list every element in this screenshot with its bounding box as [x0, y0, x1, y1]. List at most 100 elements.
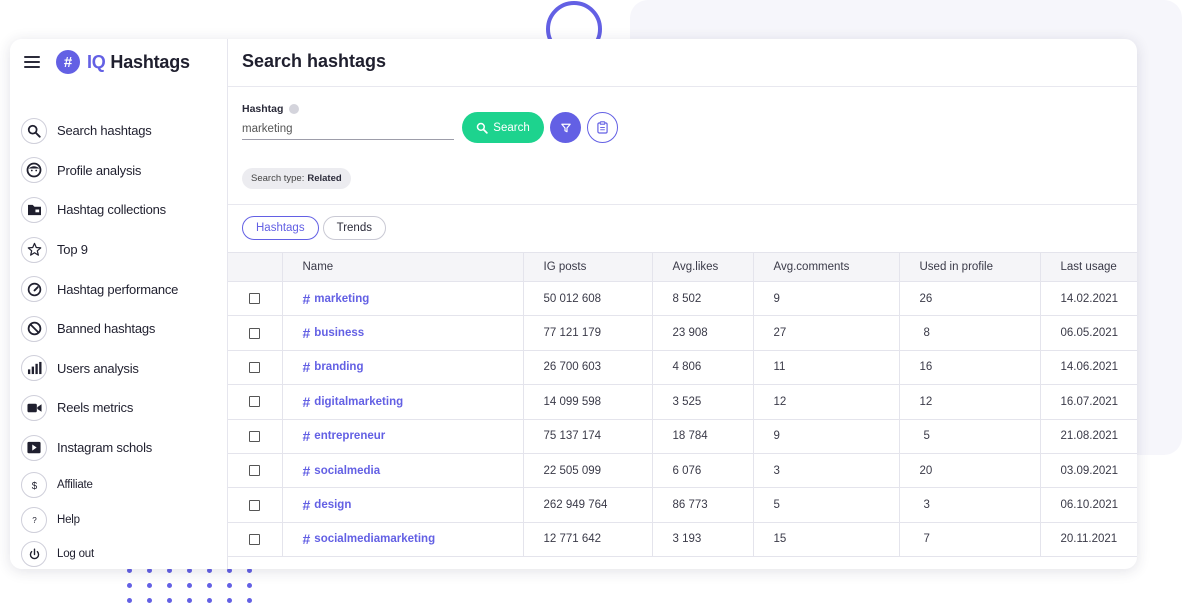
sidebar-item-label: Instagram schols — [57, 440, 153, 456]
avg-likes-cell: 6 076 — [652, 453, 754, 489]
column-header-avg-likes[interactable]: Avg.likes — [652, 252, 754, 282]
ig-posts-cell: 262 949 764 — [523, 487, 653, 523]
column-header-ig-posts[interactable]: IG posts — [523, 252, 653, 282]
hashtag-link[interactable]: # design — [303, 497, 523, 513]
avg-comments-cell: 3 — [753, 453, 900, 489]
last-usage-cell: 06.05.2021 — [1040, 315, 1137, 351]
tab-trends[interactable]: Trends — [322, 216, 386, 240]
ig-posts-cell: 26 700 603 — [523, 350, 653, 386]
hamburger-menu-icon[interactable] — [24, 56, 40, 68]
row-checkbox[interactable] — [249, 499, 260, 511]
sidebar-item-label: Affiliate — [57, 479, 93, 492]
sidebar-item-search-hashtags[interactable]: Search hashtags — [21, 111, 221, 151]
svg-text:$: $ — [31, 481, 37, 492]
avg-comments-cell: 5 — [753, 487, 900, 523]
used-in-profile-cell: 12 — [899, 384, 1041, 420]
hashtag-link[interactable]: # business — [303, 325, 523, 341]
table-row: # branding 26 700 603 4 806 11 16 14.06.2… — [228, 350, 1137, 386]
column-header-avg-comments[interactable]: Avg.comments — [753, 252, 900, 282]
last-usage-cell: 16.07.2021 — [1040, 384, 1137, 420]
search-button[interactable]: Search — [462, 112, 544, 143]
search-icon — [21, 117, 47, 144]
dollar-icon: $ — [21, 472, 47, 499]
sidebar: # IQ Hashtags Search hashtags Profile an… — [10, 39, 228, 569]
tab-hashtags[interactable]: Hashtags — [242, 216, 319, 240]
avg-likes-cell: 23 908 — [652, 315, 754, 351]
ig-posts-cell: 77 121 179 — [523, 315, 653, 351]
decorative-dot-grid — [127, 568, 255, 603]
column-header-name[interactable]: Name — [282, 252, 524, 282]
sidebar-item-hashtag-collections[interactable]: Hashtag collections — [21, 190, 221, 230]
brand: # IQ Hashtags — [24, 49, 190, 75]
search-icon — [477, 122, 488, 134]
clipboard-icon — [597, 121, 608, 134]
table-row: # business 77 121 179 23 908 27 8 06.05.2… — [228, 315, 1137, 351]
sidebar-item-log-out[interactable]: Log out — [21, 537, 221, 569]
hashtag-search-input[interactable] — [242, 118, 454, 140]
avg-comments-cell: 9 — [753, 419, 900, 454]
sidebar-item-label: Profile analysis — [57, 162, 142, 178]
last-usage-cell: 20.11.2021 — [1040, 522, 1137, 558]
row-checkbox[interactable] — [249, 430, 260, 442]
hashtag-link[interactable]: # branding — [303, 359, 523, 375]
sidebar-item-banned-hashtags[interactable]: Banned hashtags — [21, 309, 221, 349]
hashtag-table: Name IG posts Avg.likes Avg.comments Use… — [228, 252, 1137, 558]
folder-icon — [21, 196, 47, 223]
result-tabs: Hashtags Trends — [242, 216, 386, 240]
row-checkbox[interactable] — [249, 361, 260, 373]
sidebar-item-instagram-schols[interactable]: Instagram schols — [21, 428, 221, 468]
sidebar-item-profile-analysis[interactable]: Profile analysis — [21, 151, 221, 191]
info-icon[interactable] — [289, 104, 300, 114]
search-type-chip[interactable]: Search type: Related — [242, 168, 351, 189]
ig-posts-cell: 22 505 099 — [523, 453, 653, 489]
row-checkbox[interactable] — [249, 396, 260, 408]
sidebar-item-help[interactable]: ? Help — [21, 503, 221, 538]
sidebar-item-top-9[interactable]: Top 9 — [21, 230, 221, 270]
divider — [228, 204, 1137, 205]
sidebar-item-users-analysis[interactable]: Users analysis — [21, 349, 221, 389]
avg-comments-cell: 11 — [753, 350, 900, 386]
last-usage-cell: 03.09.2021 — [1040, 453, 1137, 489]
used-in-profile-cell: 5 — [899, 419, 1041, 454]
power-icon — [21, 541, 47, 568]
hashtag-link[interactable]: # socialmediamarketing — [303, 531, 523, 547]
hashtag-icon: # — [302, 393, 311, 410]
sidebar-item-reels-metrics[interactable]: Reels metrics — [21, 388, 221, 428]
clipboard-button[interactable] — [587, 112, 618, 143]
app-window: # IQ Hashtags Search hashtags Profile an… — [10, 39, 1137, 569]
row-checkbox[interactable] — [249, 293, 260, 305]
sidebar-item-affiliate[interactable]: $ Affiliate — [21, 468, 221, 503]
gauge-icon — [21, 276, 47, 303]
hashtag-icon: # — [302, 290, 311, 307]
table-row: # design 262 949 764 86 773 5 3 06.10.202… — [228, 487, 1137, 523]
last-usage-cell: 21.08.2021 — [1040, 419, 1137, 454]
hashtag-link[interactable]: # marketing — [303, 291, 523, 307]
star-icon — [21, 236, 47, 263]
row-checkbox[interactable] — [249, 465, 260, 477]
table-row: # marketing 50 012 608 8 502 9 26 14.02.2… — [228, 281, 1137, 317]
used-in-profile-cell: 8 — [899, 315, 1041, 351]
row-checkbox[interactable] — [249, 533, 260, 545]
table-row: # socialmediamarketing 12 771 642 3 193 1… — [228, 522, 1137, 558]
filter-button[interactable] — [550, 112, 581, 143]
last-usage-cell: 06.10.2021 — [1040, 487, 1137, 523]
last-usage-cell: 14.06.2021 — [1040, 350, 1137, 386]
hashtag-icon: # — [302, 428, 311, 445]
column-header-last-usage[interactable]: Last usage — [1040, 252, 1137, 282]
logo-text[interactable]: IQ Hashtags — [87, 52, 190, 73]
used-in-profile-cell: 7 — [899, 522, 1041, 558]
used-in-profile-cell: 20 — [899, 453, 1041, 489]
row-checkbox[interactable] — [249, 327, 260, 339]
sidebar-item-hashtag-performance[interactable]: Hashtag performance — [21, 269, 221, 309]
used-in-profile-cell: 16 — [899, 350, 1041, 386]
hashtag-link[interactable]: # entrepreneur — [303, 428, 523, 444]
hashtag-link[interactable]: # digitalmarketing — [303, 394, 523, 410]
sidebar-item-label: Hashtag performance — [57, 281, 179, 297]
hashtag-link[interactable]: # socialmedia — [303, 463, 523, 479]
avg-likes-cell: 3 193 — [652, 522, 754, 558]
divider — [228, 86, 1137, 87]
column-header-used-in-profile[interactable]: Used in profile — [899, 252, 1041, 282]
used-in-profile-cell: 26 — [899, 281, 1041, 317]
sidebar-item-label: Top 9 — [57, 242, 88, 258]
avg-likes-cell: 86 773 — [652, 487, 754, 523]
